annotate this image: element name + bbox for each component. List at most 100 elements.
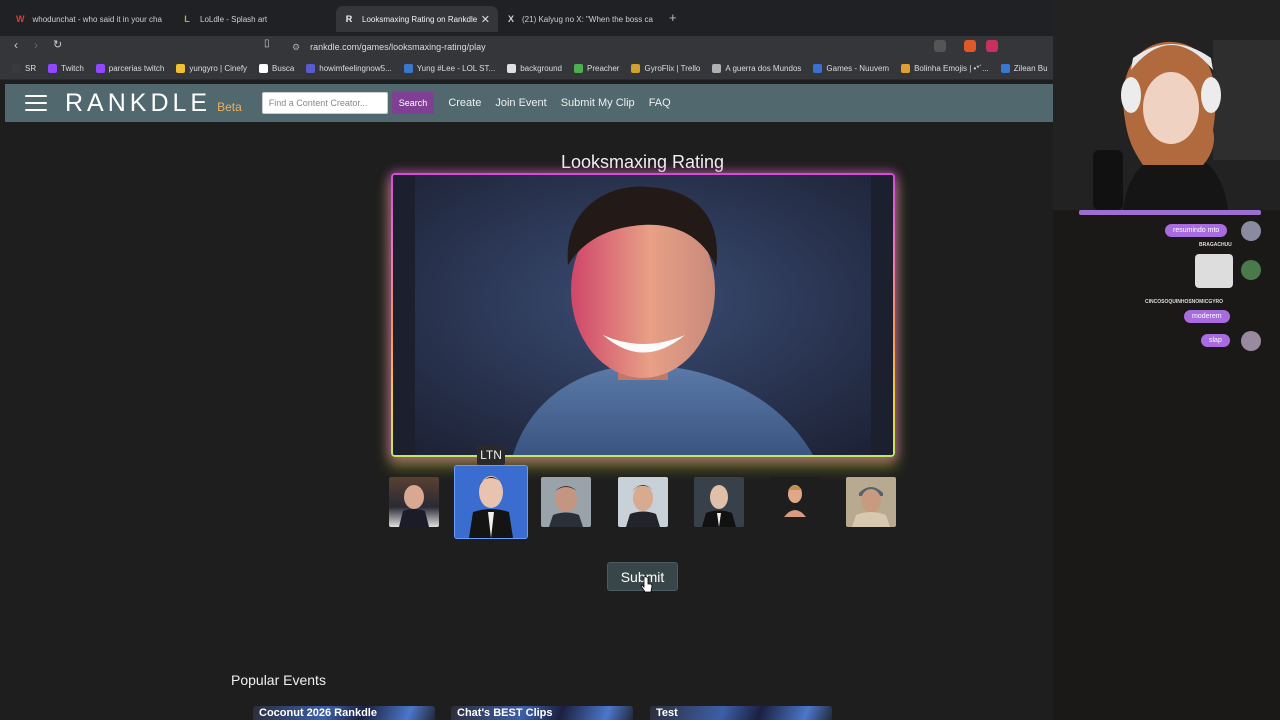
bookmark-favicon-icon	[712, 64, 722, 73]
bookmark-favicon-icon	[1000, 64, 1010, 73]
address-bar[interactable]: ⚙ rankdle.com/games/looksmaxing-rating/p…	[290, 38, 1040, 56]
beta-badge: Beta	[217, 100, 242, 114]
back-arrow-icon[interactable]: ‹	[14, 38, 18, 52]
bookmark-item[interactable]: Games - Nuuvem	[813, 64, 889, 73]
bookmark-item[interactable]: SR	[12, 64, 36, 73]
reload-icon[interactable]: ↻	[53, 38, 62, 51]
bookmark-label: A guerra dos Mundos	[725, 64, 802, 73]
thumbnail-option[interactable]	[541, 477, 591, 527]
tab-favicon-icon: X	[508, 14, 515, 24]
site-info-icon[interactable]: ⚙	[292, 42, 300, 53]
bookmark-label: Bolinha Emojis | •*´...	[914, 64, 989, 73]
stream-overlay: resumindo mto BRAGACHUU CINCOSOQUINHOSNO…	[1053, 0, 1280, 720]
bookmark-item[interactable]: Yung #Lee - LOL ST...	[403, 64, 495, 73]
bookmark-favicon-icon	[176, 64, 186, 73]
close-tab-icon[interactable]: ✕	[481, 13, 490, 26]
thumbnail-option-selected[interactable]	[455, 466, 527, 538]
webcam-accent-bar	[1079, 210, 1261, 215]
streamer-webcam-image	[1053, 0, 1280, 210]
bookmark-favicon-icon	[95, 64, 105, 73]
bookmark-label: Twitch	[61, 64, 84, 73]
event-card[interactable]: Chat's BEST Clips	[451, 706, 633, 720]
thumbnail-option[interactable]	[389, 477, 439, 527]
bookmark-favicon-icon	[631, 64, 641, 73]
bookmark-item[interactable]: A guerra dos Mundos	[712, 64, 801, 73]
chat-message: moderem	[1184, 310, 1230, 323]
bookmark-icon[interactable]: ▯	[264, 38, 270, 49]
bookmark-item[interactable]: GyroFlix | Trello	[631, 64, 700, 73]
nav-join-event[interactable]: Join Event	[495, 97, 546, 109]
bookmark-item[interactable]: parcerias twitch	[95, 64, 165, 73]
forward-arrow-icon[interactable]: ›	[34, 38, 38, 52]
tab-favicon-icon: L	[184, 14, 190, 24]
tab-x-post[interactable]: X (21) Kalyug no X: "When the boss ca	[500, 6, 660, 32]
browser-toolbar: ‹ › ↻ ▯ ⚙ rankdle.com/games/looksmaxing-…	[0, 36, 1053, 58]
nav-submit-my-clip[interactable]: Submit My Clip	[561, 97, 635, 109]
hamburger-menu-icon[interactable]	[25, 95, 47, 111]
rankdle-logo[interactable]: RANKDLE	[65, 89, 211, 118]
tab-rankdle-active[interactable]: R Looksmaxing Rating on Rankdle ✕	[336, 6, 498, 32]
bookmark-favicon-icon	[813, 64, 823, 73]
bookmark-favicon-icon	[259, 64, 269, 73]
bookmark-label: parcerias twitch	[108, 64, 165, 73]
nav-faq[interactable]: FAQ	[649, 97, 671, 109]
nav-create[interactable]: Create	[448, 97, 481, 109]
bookmark-item[interactable]: Twitch	[48, 64, 84, 73]
tab-whodunchat[interactable]: W whodunchat - who said it in your cha	[8, 6, 168, 32]
bookmark-favicon-icon	[574, 64, 583, 73]
translate-icon[interactable]	[934, 40, 946, 52]
clip-video[interactable]	[393, 175, 893, 455]
brave-shield-icon[interactable]	[964, 40, 976, 52]
bookmark-item[interactable]: Busca	[259, 64, 294, 73]
webcam-feed	[1053, 0, 1280, 210]
chat-avatar-icon	[1241, 260, 1261, 280]
event-card-title: Chat's BEST Clips	[457, 707, 553, 719]
tab-title: (21) Kalyug no X: "When the boss ca	[522, 14, 653, 24]
mouse-pointer-icon	[640, 576, 653, 593]
thumbnail-option[interactable]	[846, 477, 896, 527]
bookmark-item[interactable]: Bolinha Emojis | •*´...	[901, 64, 989, 73]
event-card-title: Coconut 2026 Rankdle	[259, 707, 377, 719]
bookmark-item[interactable]: Zilean Bu	[1000, 64, 1048, 73]
tab-title: Looksmaxing Rating on Rankdle	[362, 14, 478, 24]
bookmark-label: GyroFlix | Trello	[644, 64, 701, 73]
chat-message: resumindo mto	[1165, 224, 1228, 237]
bookmarks-bar: SR Twitch parcerias twitch yungyro | Cinefy…	[0, 58, 1053, 80]
bookmark-favicon-icon	[12, 64, 21, 73]
bookmark-item[interactable]: background	[507, 64, 562, 73]
bookmark-label: Preacher	[587, 64, 620, 73]
thumbnail-option[interactable]	[694, 477, 744, 527]
thumbnail-option[interactable]	[618, 477, 668, 527]
event-card[interactable]: Test	[650, 706, 832, 720]
chat-username: CINCOSOQUINHOSNOMICGYRO	[1145, 299, 1224, 305]
event-card[interactable]: Coconut 2026 Rankdle	[253, 706, 435, 720]
tab-favicon-icon: R	[345, 14, 353, 24]
bookmark-favicon-icon	[901, 64, 911, 73]
chat-message: slap	[1201, 334, 1230, 347]
bookmark-label: Zilean Bu	[1013, 64, 1048, 73]
tab-loldle[interactable]: L LoLdle - Splash art	[174, 6, 334, 32]
chat-avatar-icon	[1241, 221, 1261, 241]
brave-rewards-icon[interactable]	[986, 40, 998, 52]
bookmark-item[interactable]: howimfeelingnow5...	[306, 64, 392, 73]
site-navbar: RANKDLE Beta Search Create Join Event Su…	[5, 84, 1053, 122]
browser-tab-strip: W whodunchat - who said it in your cha L…	[0, 0, 1053, 36]
bookmark-favicon-icon	[306, 64, 316, 73]
creator-search-input[interactable]	[261, 92, 388, 114]
url-text: rankdle.com/games/looksmaxing-rating/pla…	[310, 42, 486, 52]
popular-events-heading: Popular Events	[231, 672, 326, 688]
bookmark-label: howimfeelingnow5...	[319, 64, 392, 73]
thumbnail-option[interactable]	[770, 477, 820, 527]
bookmark-label: yungyro | Cinefy	[189, 64, 248, 73]
bookmark-favicon-icon	[48, 64, 58, 73]
selected-rank-label: LTN	[477, 445, 505, 465]
new-tab-icon[interactable]: +	[669, 10, 677, 25]
bookmark-favicon-icon	[403, 64, 413, 73]
chat-avatar-icon	[1241, 331, 1261, 351]
tab-title: LoLdle - Splash art	[200, 14, 268, 24]
search-button[interactable]: Search	[391, 92, 435, 114]
bookmark-item[interactable]: Preacher	[574, 64, 619, 73]
tab-title: whodunchat - who said it in your cha	[32, 14, 162, 24]
bookmark-label: SR	[25, 64, 37, 73]
bookmark-item[interactable]: yungyro | Cinefy	[176, 64, 247, 73]
